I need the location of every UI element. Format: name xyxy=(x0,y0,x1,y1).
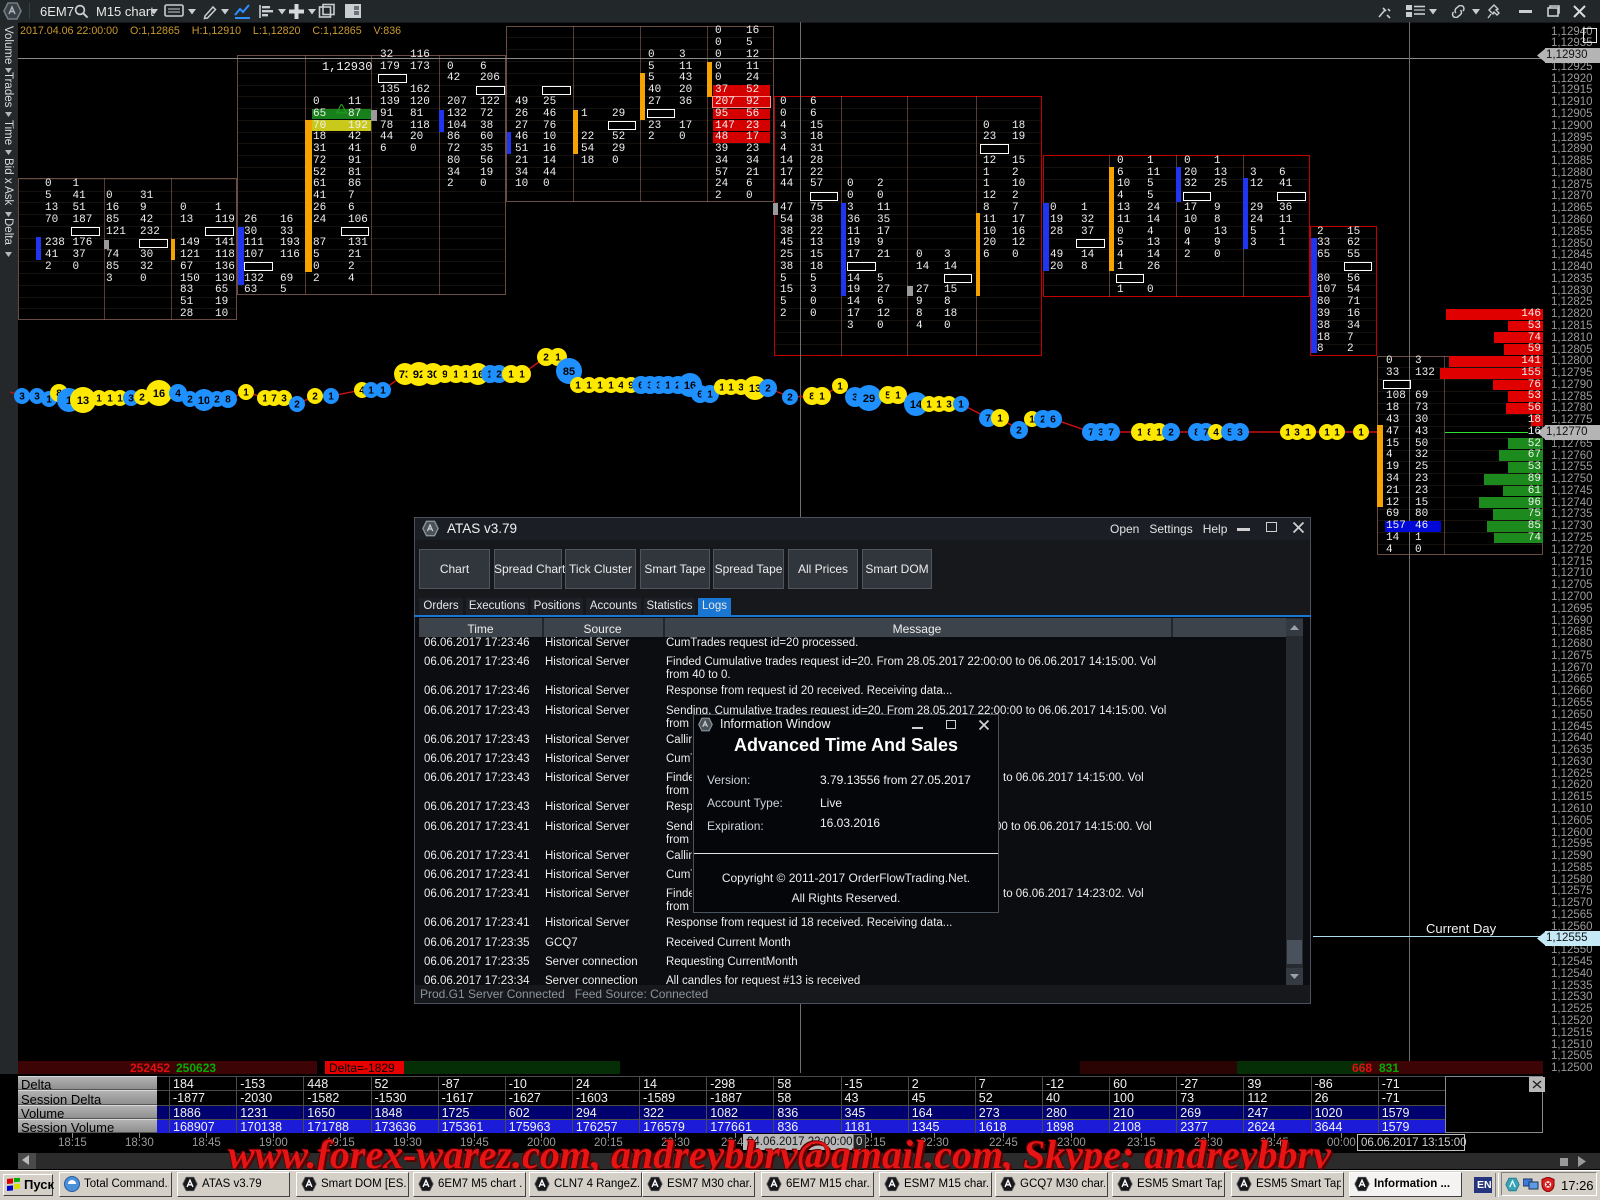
svg-text:2: 2 xyxy=(187,395,193,406)
svg-text:1: 1 xyxy=(1358,428,1364,439)
svg-text:2: 2 xyxy=(787,393,793,404)
svg-text:1: 1 xyxy=(117,394,123,405)
svg-text:6: 6 xyxy=(1050,415,1056,426)
svg-text:1: 1 xyxy=(837,382,843,393)
svg-text:1: 1 xyxy=(1334,428,1340,439)
svg-text:1: 1 xyxy=(328,392,334,403)
svg-text:10: 10 xyxy=(198,395,210,407)
svg-text:1: 1 xyxy=(368,386,374,397)
svg-text:1: 1 xyxy=(1156,428,1162,439)
svg-text:3: 3 xyxy=(19,392,25,403)
svg-text:16: 16 xyxy=(153,388,165,400)
svg-text:1: 1 xyxy=(575,381,581,392)
svg-text:3: 3 xyxy=(946,400,952,411)
svg-text:2: 2 xyxy=(294,400,300,411)
svg-text:3: 3 xyxy=(281,394,287,405)
svg-text:2: 2 xyxy=(312,392,318,403)
svg-text:13: 13 xyxy=(77,395,89,407)
svg-text:7: 7 xyxy=(985,414,991,425)
svg-text:29: 29 xyxy=(863,393,875,405)
svg-text:85: 85 xyxy=(563,366,575,378)
svg-text:1: 1 xyxy=(819,392,825,403)
svg-text:1: 1 xyxy=(895,391,901,402)
svg-text:2: 2 xyxy=(1016,426,1022,437)
svg-text:1: 1 xyxy=(1305,428,1311,439)
svg-text:3: 3 xyxy=(34,392,40,403)
svg-text:3: 3 xyxy=(1294,428,1300,439)
svg-text:4: 4 xyxy=(1213,428,1219,439)
svg-text:7: 7 xyxy=(1108,428,1114,439)
svg-text:2: 2 xyxy=(1168,428,1174,439)
svg-text:3: 3 xyxy=(128,394,134,405)
svg-text:1: 1 xyxy=(96,394,102,405)
svg-text:3: 3 xyxy=(1237,428,1243,439)
svg-text:2: 2 xyxy=(765,384,771,395)
svg-text:1: 1 xyxy=(380,386,386,397)
svg-text:8: 8 xyxy=(225,395,231,406)
svg-text:2: 2 xyxy=(496,370,502,381)
svg-text:14: 14 xyxy=(910,399,923,411)
svg-text:4: 4 xyxy=(175,389,181,400)
svg-text:1: 1 xyxy=(597,381,603,392)
svg-text:2: 2 xyxy=(543,353,549,364)
svg-text:1: 1 xyxy=(586,381,592,392)
svg-text:1: 1 xyxy=(997,414,1003,425)
svg-text:2: 2 xyxy=(139,393,145,404)
svg-text:1: 1 xyxy=(958,400,964,411)
svg-text:1: 1 xyxy=(519,370,525,381)
svg-text:1: 1 xyxy=(707,390,713,401)
svg-text:1: 1 xyxy=(243,388,249,399)
